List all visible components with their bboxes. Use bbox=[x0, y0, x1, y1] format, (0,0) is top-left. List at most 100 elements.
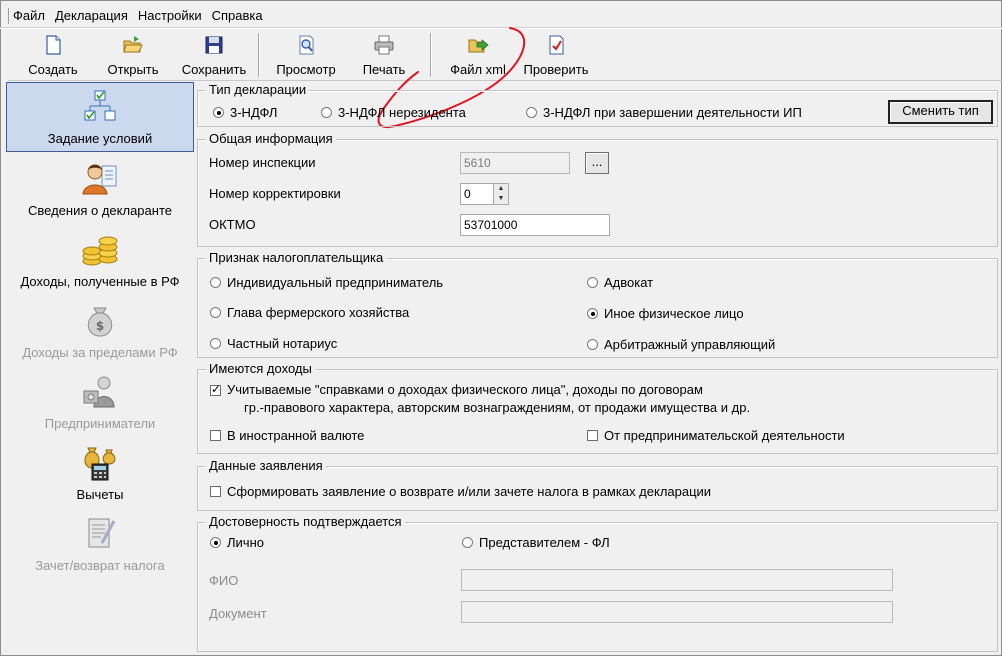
decl-type-radio-3ndfl[interactable] bbox=[213, 107, 224, 118]
correction-number-stepper[interactable]: ▲ ▼ bbox=[493, 183, 509, 205]
preview-button[interactable]: Просмотр bbox=[270, 31, 342, 79]
nav-item-income-rf[interactable]: Доходы, полученные в РФ bbox=[6, 225, 194, 295]
nav-item-label: Сведения о декларанте bbox=[28, 203, 172, 218]
taxpayer-radio-notary[interactable] bbox=[210, 338, 221, 349]
menu-settings[interactable]: Настройки bbox=[133, 6, 207, 26]
person-document-icon bbox=[82, 164, 117, 195]
new-document-icon bbox=[46, 35, 61, 55]
nav-item-conditions[interactable]: Задание условий bbox=[6, 82, 194, 152]
foreign-currency-checkbox[interactable] bbox=[210, 430, 221, 441]
fio-field[interactable] bbox=[461, 569, 893, 591]
taxpayer-label-farmer: Глава фермерского хозяйства bbox=[227, 305, 410, 320]
incomes-title: Имеются доходы bbox=[206, 361, 315, 377]
correction-number-field[interactable]: 0 bbox=[460, 183, 494, 205]
taxpayer-label-arbitration: Арбитражный управляющий bbox=[604, 337, 776, 352]
nav-item-entrepreneurs[interactable]: Предприниматели bbox=[6, 367, 194, 437]
nav-item-label: Предприниматели bbox=[44, 416, 156, 431]
taxpayer-radio-entrepreneur[interactable] bbox=[210, 277, 221, 288]
confirm-radio-representative[interactable] bbox=[462, 537, 473, 548]
nav-item-deductions[interactable]: Вычеты bbox=[6, 438, 194, 508]
nav-item-label: Задание условий bbox=[47, 131, 153, 146]
coins-stack-icon bbox=[82, 236, 118, 266]
xml-file-button[interactable]: Файл xml bbox=[442, 31, 514, 79]
inspection-number-label: Номер инспекции bbox=[209, 155, 316, 170]
document-pen-icon bbox=[88, 518, 116, 548]
check-button[interactable]: Проверить bbox=[518, 31, 594, 79]
toolbar-bottom-divider bbox=[8, 80, 1002, 81]
nav-item-tax-refund[interactable]: Зачет/возврат налога bbox=[6, 509, 194, 579]
fio-label: ФИО bbox=[209, 573, 239, 588]
taxpayer-sign-title: Признак налогоплательщика bbox=[206, 250, 387, 266]
stepper-up-icon[interactable]: ▲ bbox=[494, 184, 508, 194]
confirm-label-personal: Лично bbox=[227, 535, 264, 550]
taxpayer-radio-lawyer[interactable] bbox=[587, 277, 598, 288]
money-bag-icon: $ bbox=[87, 307, 113, 337]
foreign-currency-label: В иностранной валюте bbox=[227, 428, 365, 443]
document-field[interactable] bbox=[461, 601, 893, 623]
decl-type-label-ip-closing: 3-НДФЛ при завершении деятельности ИП bbox=[543, 105, 802, 120]
toolbar-separator bbox=[258, 33, 260, 77]
create-button-label: Создать bbox=[28, 62, 78, 77]
income-certificates-label-line1: Учитываемые "справками о доходах физичес… bbox=[227, 382, 703, 397]
taxpayer-radio-farmer[interactable] bbox=[210, 307, 221, 318]
oktmo-label: ОКТМО bbox=[209, 217, 256, 232]
refund-statement-checkbox[interactable] bbox=[210, 486, 221, 497]
taxpayer-label-notary: Частный нотариус bbox=[227, 336, 338, 351]
export-xml-icon bbox=[468, 39, 489, 53]
confirmation-title: Достоверность подтверждается bbox=[206, 514, 405, 530]
menu-file[interactable]: Файл bbox=[8, 6, 50, 26]
decl-type-label-3ndfl: 3-НДФЛ bbox=[230, 105, 278, 120]
oktmo-field[interactable]: 53701000 bbox=[460, 214, 610, 236]
statement-title: Данные заявления bbox=[206, 458, 326, 474]
business-income-checkbox[interactable] bbox=[587, 430, 598, 441]
left-navigation: Задание условий Сведения о декларанте До… bbox=[6, 82, 194, 654]
decl-type-radio-ip-closing[interactable] bbox=[526, 107, 537, 118]
preview-magnifier-icon bbox=[299, 35, 314, 55]
menubar-divider-highlight bbox=[0, 28, 1002, 29]
open-button[interactable]: Открыть bbox=[98, 31, 168, 79]
inspection-browse-button[interactable]: ... bbox=[585, 152, 609, 174]
declaration-type-title: Тип декларации bbox=[206, 82, 310, 98]
save-button-label: Сохранить bbox=[181, 62, 247, 77]
nav-item-income-abroad[interactable]: $ Доходы за пределами РФ bbox=[6, 296, 194, 366]
menubar: Файл Декларация Настройки Справка bbox=[8, 6, 268, 26]
confirm-radio-personal[interactable] bbox=[210, 537, 221, 548]
nav-item-label: Вычеты bbox=[76, 487, 124, 502]
printer-icon bbox=[374, 35, 394, 55]
svg-text:$: $ bbox=[96, 319, 104, 333]
nav-item-label: Зачет/возврат налога bbox=[35, 558, 165, 573]
change-type-button[interactable]: Сменить тип bbox=[888, 100, 993, 124]
print-button-label: Печать bbox=[362, 62, 406, 77]
checklist-icon bbox=[549, 35, 564, 55]
org-tree-icon bbox=[84, 90, 116, 121]
save-button[interactable]: Сохранить bbox=[176, 31, 252, 79]
taxpayer-label-other-person: Иное физическое лицо bbox=[604, 306, 744, 321]
correction-number-label: Номер корректировки bbox=[209, 186, 341, 201]
taxpayer-label-lawyer: Адвокат bbox=[604, 275, 654, 290]
businessman-icon bbox=[83, 376, 115, 408]
create-button[interactable]: Создать bbox=[18, 31, 88, 79]
menu-help[interactable]: Справка bbox=[207, 6, 268, 26]
income-certificates-checkbox[interactable] bbox=[210, 382, 221, 396]
floppy-disk-icon bbox=[205, 36, 223, 54]
toolbar-separator bbox=[430, 33, 432, 77]
open-folder-icon bbox=[123, 36, 143, 53]
stepper-down-icon[interactable]: ▼ bbox=[494, 194, 508, 204]
nav-item-declarant[interactable]: Сведения о декларанте bbox=[6, 154, 194, 224]
xml-file-button-label: Файл xml bbox=[450, 62, 506, 77]
document-label: Документ bbox=[209, 606, 267, 621]
general-info-title: Общая информация bbox=[206, 131, 336, 147]
nav-item-label: Доходы, полученные в РФ bbox=[20, 274, 180, 289]
taxpayer-radio-other-person[interactable] bbox=[587, 308, 598, 319]
taxpayer-radio-arbitration[interactable] bbox=[587, 339, 598, 350]
calculator-coins-icon bbox=[84, 447, 116, 481]
refund-statement-label: Сформировать заявление о возврате и/или … bbox=[227, 484, 712, 499]
decl-type-radio-nonresident[interactable] bbox=[321, 107, 332, 118]
taxpayer-label-entrepreneur: Индивидуальный предприниматель bbox=[227, 275, 444, 290]
income-certificates-label-line2: гр.-правового характера, авторским возна… bbox=[244, 400, 751, 415]
menu-declaration[interactable]: Декларация bbox=[50, 6, 133, 26]
print-button[interactable]: Печать bbox=[350, 31, 418, 79]
inspection-number-field[interactable]: 5610 bbox=[460, 152, 570, 174]
decl-type-label-nonresident: 3-НДФЛ нерезидента bbox=[338, 105, 466, 120]
nav-item-label: Доходы за пределами РФ bbox=[22, 345, 178, 360]
